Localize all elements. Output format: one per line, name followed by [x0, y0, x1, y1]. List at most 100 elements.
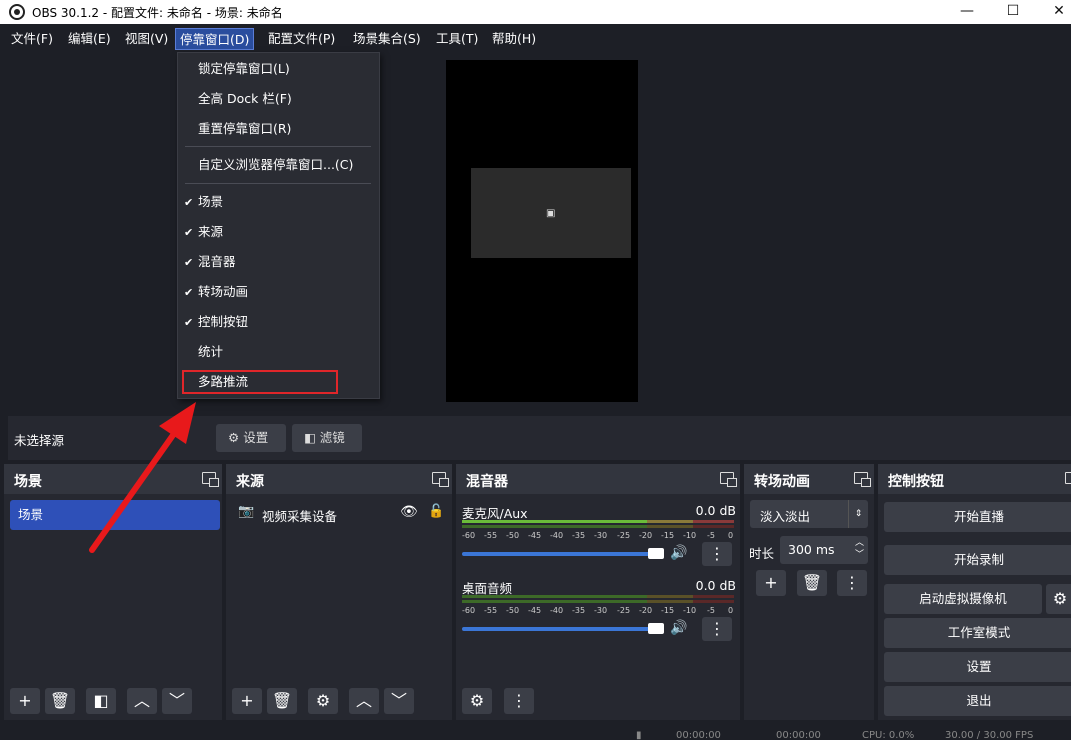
volume-slider[interactable]	[462, 627, 658, 631]
mixer-menu-button[interactable]: ⋮	[504, 688, 534, 714]
channel-menu-button[interactable]: ⋮	[702, 542, 732, 566]
sources-dock-title: 来源	[236, 474, 264, 490]
menu-item-sources[interactable]: 来源	[198, 219, 223, 245]
spin-down-icon[interactable]: ﹀	[855, 548, 864, 562]
mixer-advanced-settings-button[interactable]: ⚙	[462, 688, 492, 714]
audio-meter	[462, 600, 734, 603]
source-list-item[interactable]: 📷 视频采集设备 👁 🔓	[234, 504, 444, 524]
preview-source-placeholder[interactable]: ▣	[471, 168, 631, 258]
trash-icon: 🗑	[271, 691, 293, 710]
source-toolbar: 未选择源 ⚙ 设置 ◧ 滤镜	[8, 416, 1071, 460]
meter-ticks: -60 -55 -50 -45 -40 -35 -30 -25 -20 -15 -10 -5 0	[462, 606, 734, 615]
float-dock-icon[interactable]	[432, 472, 449, 487]
network-icon: ▮	[636, 730, 642, 740]
channel-menu-button[interactable]: ⋮	[702, 617, 732, 641]
lock-icon[interactable]: 🔓	[428, 504, 444, 519]
menu-separator	[185, 183, 371, 184]
speaker-icon[interactable]: 🔊	[670, 545, 687, 561]
record-time: 00:00:00	[776, 730, 821, 740]
audio-meter	[462, 525, 734, 528]
menu-file[interactable]: 文件(F)	[7, 28, 57, 50]
menu-item-controls[interactable]: 控制按钮	[198, 309, 248, 335]
menu-tools[interactable]: 工具(T)	[432, 28, 482, 50]
menu-profile[interactable]: 配置文件(P)	[264, 28, 339, 50]
menu-item-transitions[interactable]: 转场动画	[198, 279, 248, 305]
filter-icon: ◧	[93, 691, 109, 710]
cpu-usage: CPU: 0.0%	[862, 730, 915, 740]
menu-item-mixer[interactable]: 混音器	[198, 249, 236, 275]
mixer-dock: 混音器 麦克风/Aux 0.0 dB -60 -55 -50 -45 -40 -35 -30…	[456, 464, 740, 720]
add-source-button[interactable]: +	[232, 688, 262, 714]
maximize-button[interactable]: ☐	[990, 0, 1036, 24]
menu-item-reset-docks[interactable]: 重置停靠窗口(R)	[198, 116, 291, 142]
duration-input[interactable]: 300 ms ︿ ﹀	[780, 536, 868, 564]
move-source-up-button[interactable]: ︿	[349, 688, 379, 714]
scene-list-item[interactable]: 场景	[10, 500, 220, 530]
fps-display: 30.00 / 30.00 FPS	[945, 730, 1034, 740]
docks-dropdown-menu: 锁定停靠窗口(L) 全高 Dock 栏(F) 重置停靠窗口(R) 自定义浏览器停…	[177, 52, 380, 399]
menu-docks[interactable]: 停靠窗口(D)	[175, 28, 255, 50]
float-dock-icon[interactable]	[202, 472, 219, 487]
exit-button[interactable]: 退出	[884, 686, 1071, 716]
volume-slider-handle[interactable]	[648, 548, 664, 559]
move-scene-up-button[interactable]: ︿	[127, 688, 157, 714]
float-dock-icon[interactable]	[1065, 472, 1071, 484]
mixer-dock-header[interactable]: 混音器	[456, 464, 740, 494]
scene-filters-button[interactable]: ◧	[86, 688, 116, 714]
float-dock-icon[interactable]	[720, 472, 737, 487]
virtual-camera-settings-button[interactable]: ⚙	[1046, 584, 1071, 614]
start-recording-button[interactable]: 开始录制	[884, 545, 1071, 575]
source-settings-button[interactable]: ⚙ 设置	[216, 424, 286, 452]
sources-dock-header[interactable]: 来源	[226, 464, 452, 494]
controls-dock-title: 控制按钮	[888, 474, 944, 490]
menu-view[interactable]: 视图(V)	[121, 28, 172, 50]
menu-item-stats[interactable]: 统计	[198, 339, 223, 365]
menu-item-scenes[interactable]: 场景	[198, 189, 223, 215]
volume-slider-handle[interactable]	[648, 623, 664, 634]
controls-dock-header[interactable]: 控制按钮	[878, 464, 1071, 494]
duration-value: 300 ms	[788, 542, 835, 557]
chevron-up-icon: ︿	[355, 691, 372, 710]
menu-help[interactable]: 帮助(H)	[488, 28, 540, 50]
scenes-dock: 场景 场景 + 🗑 ◧ ︿ ﹀	[4, 464, 222, 720]
chevron-up-icon: ︿	[133, 691, 150, 710]
start-streaming-button[interactable]: 开始直播	[884, 502, 1071, 532]
transition-select[interactable]: 淡入淡出 ⇕	[750, 500, 868, 528]
menu-separator	[185, 146, 371, 147]
source-filters-button[interactable]: ◧ 滤镜	[292, 424, 362, 452]
transitions-dock-header[interactable]: 转场动画	[744, 464, 874, 494]
settings-button[interactable]: 设置	[884, 652, 1071, 682]
remove-transition-button[interactable]: 🗑	[797, 570, 827, 596]
close-button[interactable]: ✕	[1036, 0, 1071, 24]
menu-edit[interactable]: 编辑(E)	[64, 28, 115, 50]
controls-dock: 控制按钮 开始直播 开始录制 启动虚拟摄像机 ⚙ 工作室模式 设置 退出	[878, 464, 1071, 720]
scenes-dock-header[interactable]: 场景	[4, 464, 222, 494]
menu-item-full-height-docks[interactable]: 全高 Dock 栏(F)	[198, 86, 292, 112]
transition-menu-button[interactable]: ⋮	[837, 570, 867, 596]
add-transition-button[interactable]: +	[756, 570, 786, 596]
menu-item-custom-browser-docks[interactable]: 自定义浏览器停靠窗口...(C)	[198, 152, 353, 178]
trash-icon: 🗑	[801, 573, 823, 592]
volume-slider[interactable]	[462, 552, 658, 556]
remove-source-button[interactable]: 🗑	[267, 688, 297, 714]
move-source-down-button[interactable]: ﹀	[384, 688, 414, 714]
studio-mode-button[interactable]: 工作室模式	[884, 618, 1071, 648]
source-properties-button[interactable]: ⚙	[308, 688, 338, 714]
speaker-icon[interactable]: 🔊	[670, 620, 687, 636]
move-scene-down-button[interactable]: ﹀	[162, 688, 192, 714]
menu-item-lock-docks[interactable]: 锁定停靠窗口(L)	[198, 56, 290, 82]
start-virtual-camera-button[interactable]: 启动虚拟摄像机	[884, 584, 1042, 614]
add-scene-button[interactable]: +	[10, 688, 40, 714]
meter-ticks: -60 -55 -50 -45 -40 -35 -30 -25 -20 -15 -10 -5 0	[462, 531, 734, 540]
remove-scene-button[interactable]: 🗑	[45, 688, 75, 714]
gears-icon: ⚙	[469, 691, 485, 710]
minimize-button[interactable]: —	[944, 0, 990, 24]
eye-icon[interactable]: 👁	[400, 504, 418, 520]
check-icon: ✔	[184, 196, 194, 209]
menu-scene-collection[interactable]: 场景集合(S)	[349, 28, 425, 50]
more-vertical-icon: ⋮	[709, 544, 725, 563]
float-dock-icon[interactable]	[854, 472, 871, 487]
audio-meter	[462, 595, 734, 598]
mixer-channel-desktop: 桌面音频 0.0 dB -60 -55 -50 -45 -40 -35 -30 -25 -20-…	[462, 578, 736, 648]
check-icon: ✔	[184, 316, 194, 329]
